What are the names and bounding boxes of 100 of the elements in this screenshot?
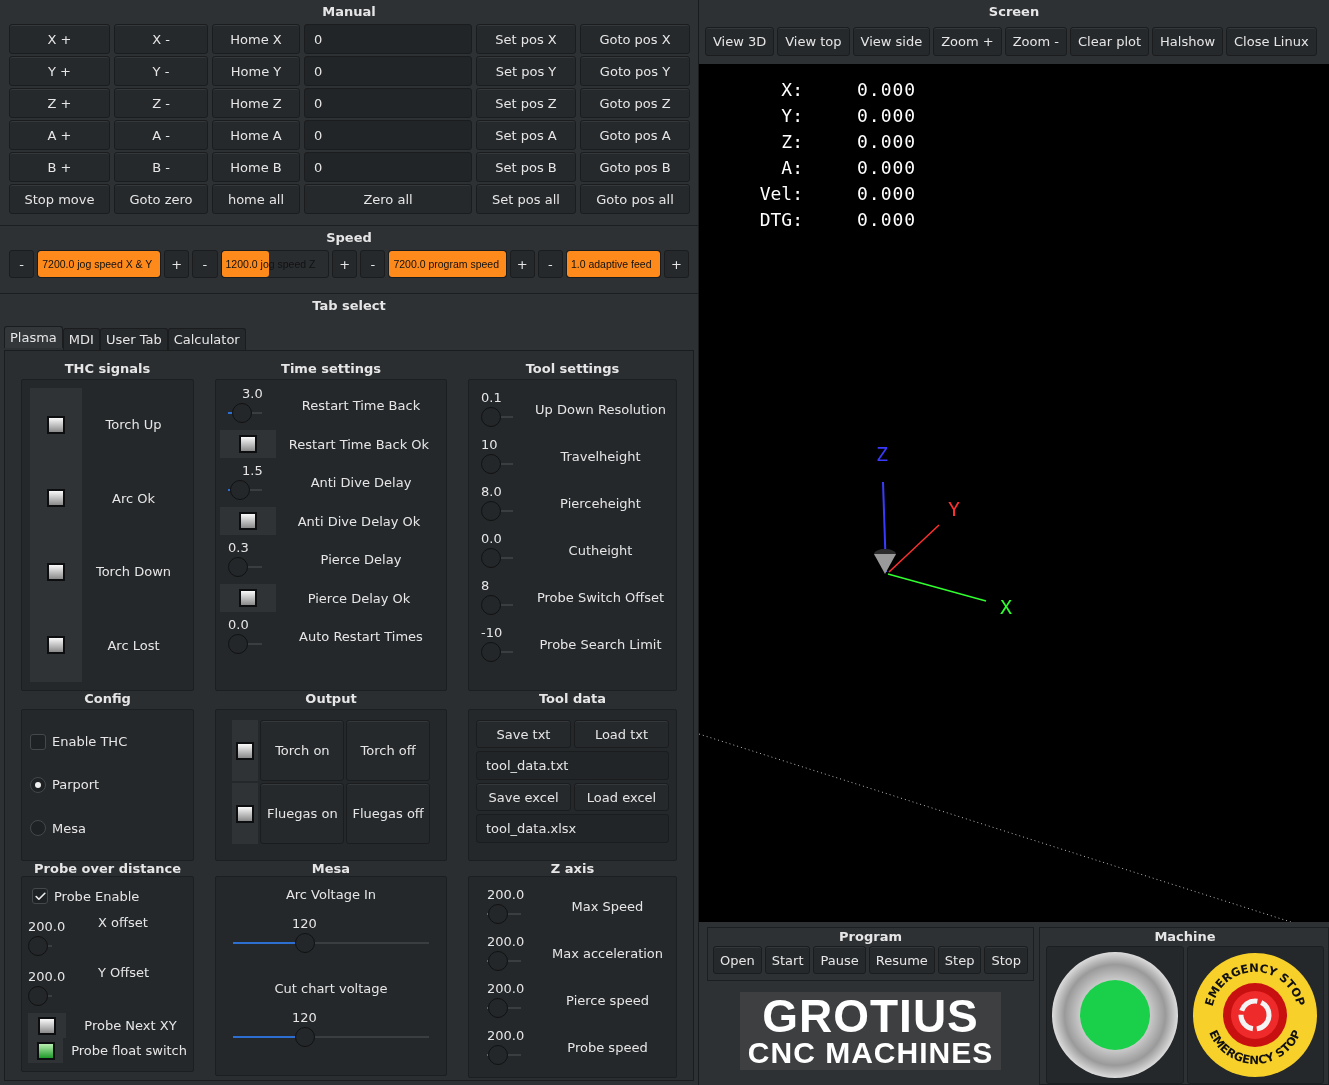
plot-viewport[interactable]: X: 0.000 Y: 0.000 Z: 0.000 A: 0.000 Vel: 0.000 DTG: 0.000 Z Y X xyxy=(699,64,1329,922)
slider-thumb[interactable] xyxy=(481,407,501,427)
program-button[interactable]: Start xyxy=(764,946,811,974)
slider-thumb[interactable] xyxy=(481,595,501,615)
jog-button[interactable]: Set pos X xyxy=(476,24,576,54)
increase-button[interactable]: + xyxy=(663,250,690,278)
view-button[interactable]: View 3D xyxy=(705,27,775,56)
jog-button[interactable]: Goto pos all xyxy=(580,184,690,214)
jog-button[interactable]: B + xyxy=(9,152,110,182)
slider[interactable] xyxy=(481,546,513,570)
decrease-button[interactable]: - xyxy=(360,250,386,278)
position-field[interactable]: 0 xyxy=(304,88,472,118)
jog-button[interactable]: Set pos all xyxy=(476,184,576,214)
program-button[interactable]: Stop xyxy=(984,946,1028,974)
jog-button[interactable]: Goto pos B xyxy=(580,152,690,182)
jog-button[interactable]: Home X xyxy=(212,24,300,54)
view-button[interactable]: Clear plot xyxy=(1070,27,1150,56)
jog-button[interactable]: Set pos A xyxy=(476,120,576,150)
slider-thumb[interactable] xyxy=(228,634,248,654)
jog-button[interactable]: Home B xyxy=(212,152,300,182)
radio-button[interactable] xyxy=(30,777,46,793)
slider-thumb[interactable] xyxy=(487,904,508,924)
jog-button[interactable]: Home A xyxy=(212,120,300,150)
slider[interactable] xyxy=(228,632,262,656)
position-field[interactable]: 0 xyxy=(304,120,472,150)
checkbox[interactable] xyxy=(32,888,48,904)
power-button[interactable] xyxy=(1050,951,1179,1079)
jog-button[interactable]: B - xyxy=(114,152,208,182)
slider[interactable] xyxy=(228,401,262,425)
jog-button[interactable]: X - xyxy=(114,24,208,54)
jog-button[interactable]: A + xyxy=(9,120,110,150)
slider[interactable] xyxy=(481,593,513,617)
decrease-button[interactable]: - xyxy=(192,250,218,278)
output-button[interactable]: Fluegas on xyxy=(260,783,345,844)
slider[interactable] xyxy=(487,949,521,973)
file-name-field[interactable]: tool_data.txt xyxy=(476,751,669,780)
slider-thumb[interactable] xyxy=(487,951,508,971)
file-name-field[interactable]: tool_data.xlsx xyxy=(476,814,669,843)
jog-button[interactable]: home all xyxy=(212,184,300,214)
jog-button[interactable]: Stop move xyxy=(9,184,110,214)
file-button[interactable]: Save txt xyxy=(476,720,571,748)
decrease-button[interactable]: - xyxy=(9,250,35,278)
slider-thumb[interactable] xyxy=(481,454,501,474)
jog-button[interactable]: X + xyxy=(9,24,110,54)
slider-thumb[interactable] xyxy=(481,501,501,521)
jog-button[interactable]: Goto pos A xyxy=(580,120,690,150)
file-button[interactable]: Save excel xyxy=(476,783,571,811)
jog-button[interactable]: Set pos Z xyxy=(476,88,576,118)
file-button[interactable]: Load txt xyxy=(574,720,669,748)
jog-button[interactable]: Goto pos X xyxy=(580,24,690,54)
jog-button[interactable]: A - xyxy=(114,120,208,150)
slider-thumb[interactable] xyxy=(230,480,251,500)
decrease-button[interactable]: - xyxy=(537,250,563,278)
slider[interactable] xyxy=(481,452,513,476)
slider-thumb[interactable] xyxy=(228,557,248,577)
checkbox[interactable] xyxy=(30,733,46,750)
slider-thumb[interactable] xyxy=(294,1027,315,1047)
output-button[interactable]: Torch off xyxy=(346,720,430,781)
increase-button[interactable]: + xyxy=(509,250,535,278)
tab[interactable]: MDI xyxy=(62,328,100,350)
jog-button[interactable]: Goto zero xyxy=(114,184,208,214)
slider[interactable] xyxy=(228,555,262,579)
program-button[interactable]: Open xyxy=(713,946,762,974)
jog-button[interactable]: Set pos Y xyxy=(476,56,576,86)
jog-button[interactable]: Z + xyxy=(9,88,110,118)
slider-thumb[interactable] xyxy=(481,548,501,568)
jog-button[interactable]: Goto pos Z xyxy=(580,88,690,118)
view-button[interactable]: View top xyxy=(777,27,850,56)
slider[interactable] xyxy=(233,931,429,955)
jog-button[interactable]: Goto pos Y xyxy=(580,56,690,86)
slider[interactable] xyxy=(481,405,513,429)
slider[interactable] xyxy=(487,1043,521,1067)
tab[interactable]: Plasma xyxy=(4,326,63,348)
view-button[interactable]: Zoom - xyxy=(1004,27,1067,56)
jog-button[interactable]: Home Z xyxy=(212,88,300,118)
slider-thumb[interactable] xyxy=(294,933,315,953)
speed-bar[interactable]: 1.0 adaptive feed xyxy=(565,250,661,278)
output-button[interactable]: Torch on xyxy=(260,720,345,781)
tab[interactable]: User Tab xyxy=(99,328,168,350)
increase-button[interactable]: + xyxy=(332,250,358,278)
position-field[interactable]: 0 xyxy=(304,56,472,86)
increase-button[interactable]: + xyxy=(164,250,190,278)
program-button[interactable]: Resume xyxy=(868,946,935,974)
jog-button[interactable]: Zero all xyxy=(304,184,472,214)
view-button[interactable]: View side xyxy=(852,27,931,56)
speed-bar[interactable]: 7200.0 program speed xyxy=(388,250,507,278)
slider-thumb[interactable] xyxy=(232,403,253,423)
slider-thumb[interactable] xyxy=(487,998,508,1018)
program-button[interactable]: Step xyxy=(937,946,982,974)
output-button[interactable]: Fluegas off xyxy=(346,783,430,844)
slider[interactable] xyxy=(481,640,513,664)
program-button[interactable]: Pause xyxy=(813,946,866,974)
view-button[interactable]: Zoom + xyxy=(933,27,1002,56)
slider[interactable] xyxy=(487,996,521,1020)
speed-bar[interactable]: 7200.0 jog speed X & Y xyxy=(37,250,162,278)
slider[interactable] xyxy=(233,1025,429,1049)
position-field[interactable]: 0 xyxy=(304,24,472,54)
slider[interactable] xyxy=(228,478,262,502)
jog-button[interactable]: Home Y xyxy=(212,56,300,86)
jog-button[interactable]: Z - xyxy=(114,88,208,118)
